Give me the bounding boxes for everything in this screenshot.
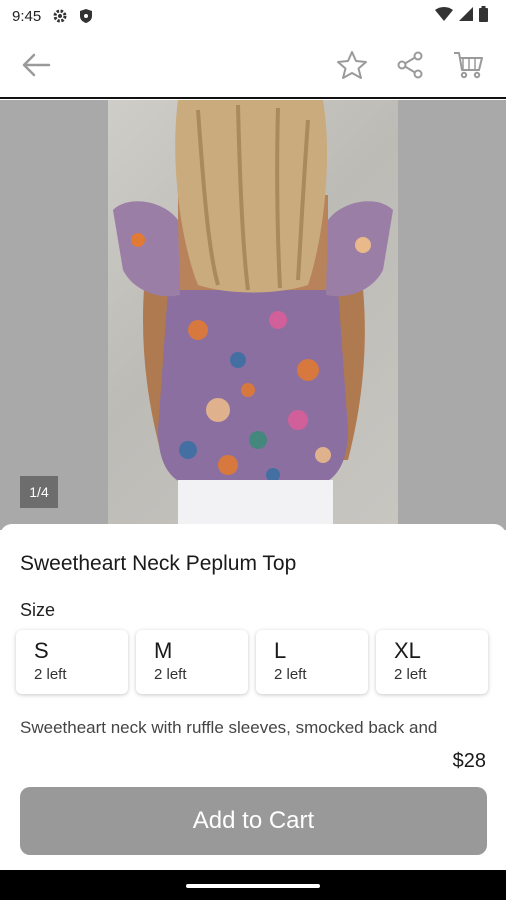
description-fade bbox=[0, 732, 506, 752]
size-option-xl[interactable]: XL 2 left bbox=[376, 630, 488, 694]
size-name: M bbox=[154, 638, 173, 663]
battery-icon bbox=[479, 5, 488, 27]
settings-icon bbox=[51, 7, 69, 25]
system-nav-bar bbox=[0, 870, 506, 900]
signal-icon bbox=[459, 6, 473, 26]
product-image-gallery[interactable]: 1/4 bbox=[0, 100, 506, 530]
wifi-icon bbox=[435, 6, 453, 26]
home-indicator[interactable] bbox=[186, 884, 320, 888]
cart-icon[interactable] bbox=[446, 43, 490, 87]
product-price: $28 bbox=[452, 750, 486, 772]
product-title: Sweetheart Neck Peplum Top bbox=[20, 552, 297, 575]
size-option-s[interactable]: S 2 left bbox=[16, 630, 128, 694]
size-name: L bbox=[274, 638, 287, 663]
back-arrow-icon[interactable] bbox=[16, 45, 56, 85]
size-options: S 2 left M 2 left L 2 left XL 2 left bbox=[16, 630, 488, 694]
size-stock: 2 left bbox=[154, 666, 187, 683]
add-to-cart-button[interactable]: Add to Cart bbox=[20, 787, 487, 855]
product-photo bbox=[108, 100, 398, 530]
status-time: 9:45 bbox=[12, 7, 42, 25]
product-details-sheet: Sweetheart Neck Peplum Top Size S 2 left… bbox=[0, 524, 506, 869]
top-app-bar bbox=[0, 32, 506, 99]
size-stock: 2 left bbox=[34, 666, 67, 683]
status-bar: 9:45 bbox=[0, 0, 506, 32]
size-name: XL bbox=[394, 638, 421, 663]
size-name: S bbox=[34, 638, 49, 663]
size-stock: 2 left bbox=[394, 666, 427, 683]
shield-icon bbox=[77, 7, 95, 25]
star-icon[interactable] bbox=[330, 43, 374, 87]
size-label: Size bbox=[20, 600, 56, 620]
size-stock: 2 left bbox=[274, 666, 307, 683]
image-counter: 1/4 bbox=[20, 476, 58, 508]
share-icon[interactable] bbox=[388, 43, 432, 87]
size-option-m[interactable]: M 2 left bbox=[136, 630, 248, 694]
size-option-l[interactable]: L 2 left bbox=[256, 630, 368, 694]
